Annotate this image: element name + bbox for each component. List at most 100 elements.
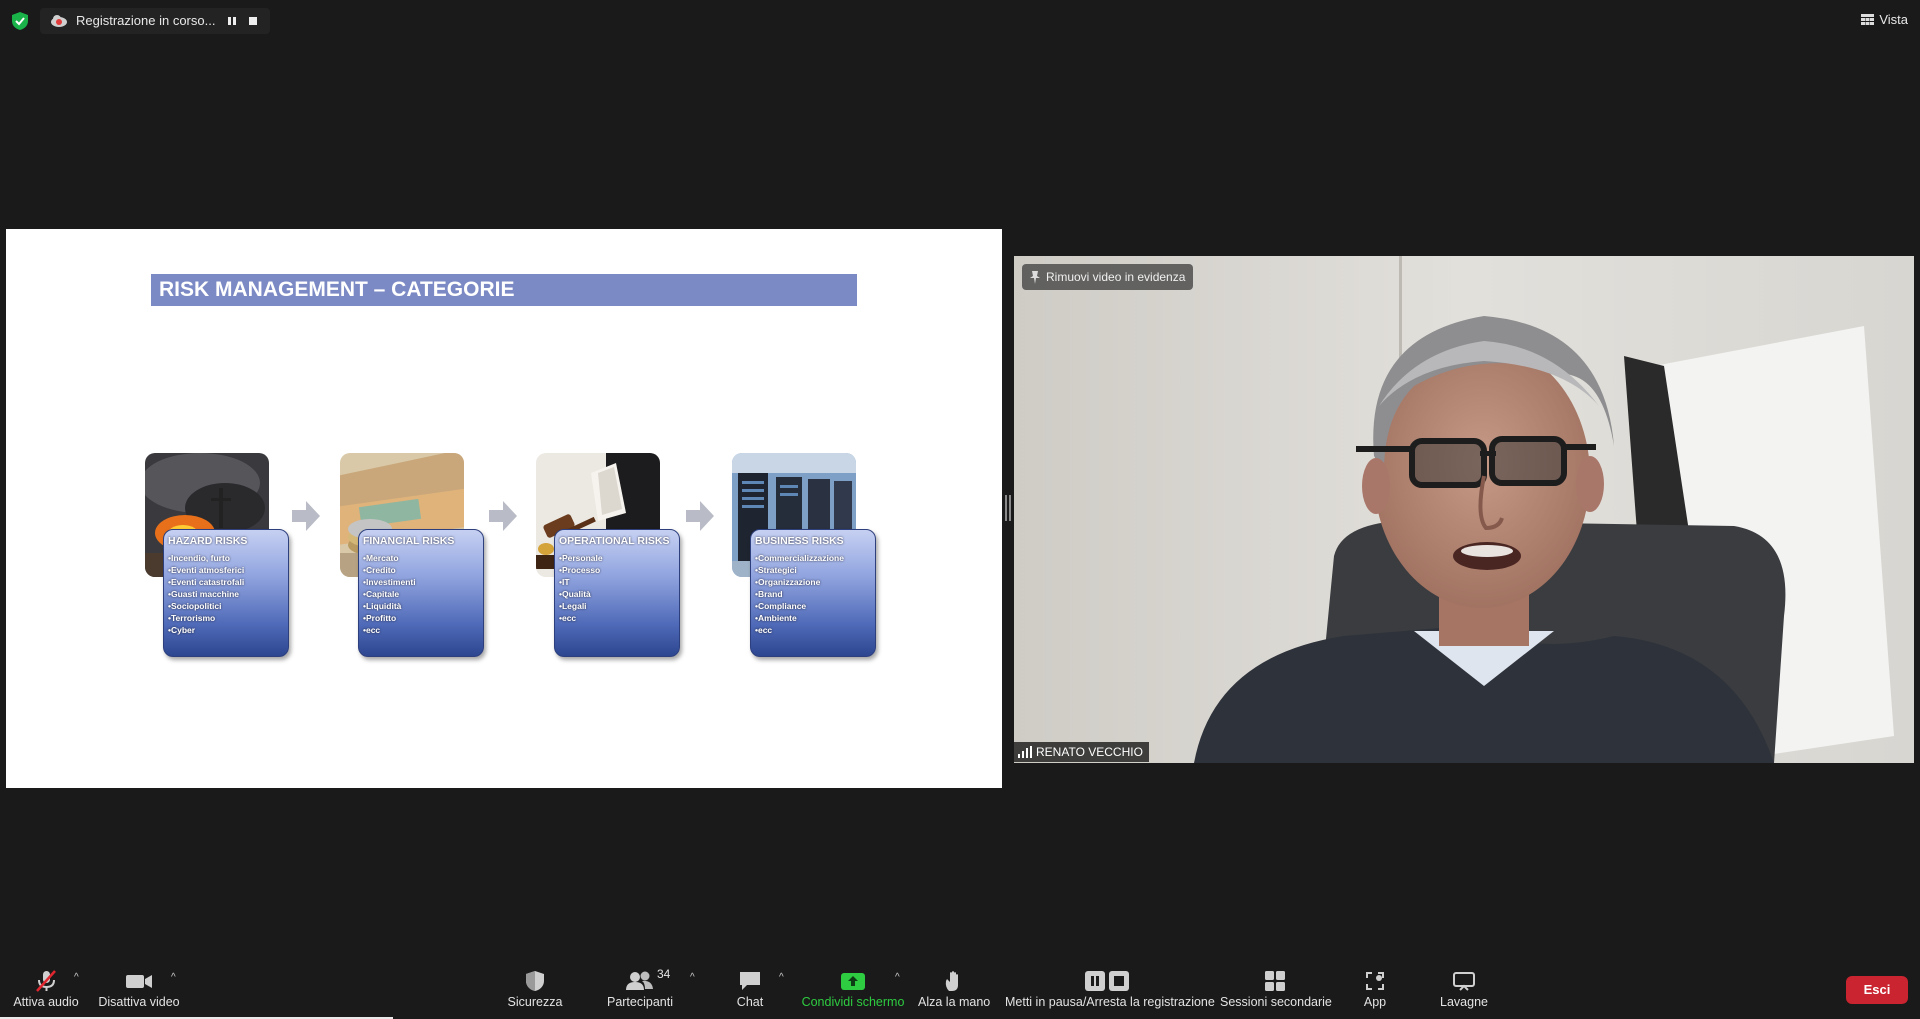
shield-icon[interactable] (12, 12, 28, 30)
category-business: BUSINESS RISKS •Commercializzazione •Str… (732, 453, 882, 663)
share-screen-icon (841, 973, 865, 990)
business-card: BUSINESS RISKS •Commercializzazione •Str… (750, 529, 876, 657)
leave-meeting-button[interactable]: Esci (1846, 976, 1908, 1004)
video-label: Disattiva video (98, 995, 180, 1009)
breakout-rooms-label: Sessioni secondarie (1220, 995, 1332, 1009)
risk-item: •IT (559, 577, 570, 587)
participants-options-caret-icon[interactable]: ^ (690, 972, 695, 983)
raise-hand-label: Alza la mano (918, 995, 991, 1009)
risk-item: •Cyber (168, 625, 196, 635)
whiteboards-label: Lavagne (1440, 995, 1488, 1009)
arrow-right-icon (292, 501, 320, 531)
video-camera-icon (126, 975, 152, 988)
category-title: HAZARD RISKS (168, 535, 248, 547)
apps-icon (1366, 972, 1384, 990)
risk-item: •Qualità (559, 589, 591, 599)
pause-recording-icon[interactable] (225, 14, 239, 28)
grid-view-icon (1861, 14, 1875, 25)
risk-item: •Personale (559, 553, 603, 563)
chat-button[interactable]: Chat (730, 970, 770, 1016)
risk-item: •Brand (755, 589, 783, 599)
meeting-toolbar: Attiva audio ^ Disattiva video ^ Sicurez… (0, 960, 1920, 1019)
microphone-muted-icon (36, 970, 56, 992)
audio-button[interactable]: Attiva audio (10, 970, 82, 1016)
risk-item: •Commercializzazione (755, 553, 844, 563)
risk-item: •Compliance (755, 601, 807, 611)
pause-stop-recording-button[interactable]: Metti in pausa/Arresta la registrazione (1005, 970, 1215, 1016)
risk-item: •Organizzazione (755, 577, 821, 587)
category-hazard: HAZARD RISKS •Incendio, furto •Eventi at… (145, 453, 295, 663)
security-button[interactable]: Sicurezza (505, 970, 565, 1016)
recording-status-text: Registrazione in corso... (76, 13, 216, 28)
participant-video-frame (1014, 256, 1914, 763)
chat-label: Chat (736, 995, 764, 1009)
signal-strength-icon (1018, 746, 1032, 758)
pause-stop-icon (1085, 971, 1129, 991)
security-shield-icon (526, 971, 544, 991)
whiteboard-icon (1453, 972, 1475, 991)
video-button[interactable]: Disattiva video (98, 970, 180, 1016)
participants-count: 34 (657, 967, 671, 981)
recording-indicator: Registrazione in corso... (40, 8, 270, 34)
risk-item: •Processo (559, 565, 601, 575)
chat-bubble-icon (740, 972, 760, 990)
participant-video[interactable] (1014, 256, 1914, 763)
shared-screen: RISK MANAGEMENT – CATEGORIE HAZARD RISKS… (6, 229, 1002, 788)
risk-item: •Investimenti (363, 577, 416, 587)
operational-card: OPERATIONAL RISKS •Personale •Processo •… (554, 529, 680, 657)
risk-item: •Eventi atmosferici (168, 565, 245, 575)
category-operational: OPERATIONAL RISKS •Personale •Processo •… (536, 453, 686, 663)
whiteboards-button[interactable]: Lavagne (1435, 970, 1493, 1016)
risk-item: •Guasti macchine (168, 589, 240, 599)
apps-button[interactable]: App (1355, 970, 1395, 1016)
risk-item: •Liquidità (363, 601, 402, 611)
stop-recording-icon[interactable] (246, 14, 260, 28)
share-options-caret-icon[interactable]: ^ (895, 972, 900, 983)
risk-item: •Capitale (363, 589, 400, 599)
breakout-rooms-button[interactable]: Sessioni secondarie (1220, 970, 1332, 1016)
cloud-recording-icon (51, 15, 67, 27)
view-label: Vista (1879, 12, 1908, 27)
risk-item: •Incendio, furto (168, 553, 230, 563)
share-screen-button[interactable]: Condividi schermo (800, 970, 906, 1016)
apps-label: App (1363, 995, 1387, 1009)
video-options-caret-icon[interactable]: ^ (171, 972, 176, 983)
chat-options-caret-icon[interactable]: ^ (779, 972, 784, 983)
category-title: FINANCIAL RISKS (363, 535, 455, 547)
breakout-rooms-icon (1265, 971, 1285, 991)
risk-item: •Ambiente (755, 613, 797, 623)
participant-name: RENATO VECCHIO (1036, 745, 1143, 759)
category-title: OPERATIONAL RISKS (559, 535, 670, 547)
risk-item: •Legali (559, 601, 587, 611)
split-resize-handle[interactable] (1005, 495, 1011, 521)
hazard-card: HAZARD RISKS •Incendio, furto •Eventi at… (163, 529, 289, 657)
risk-item: •ecc (755, 625, 773, 635)
share-screen-label: Condividi schermo (801, 995, 905, 1009)
pin-icon (1030, 270, 1040, 284)
participants-button[interactable]: 34 Partecipanti (604, 967, 676, 1016)
remove-spotlight-button[interactable]: Rimuovi video in evidenza (1022, 264, 1194, 290)
audio-options-caret-icon[interactable]: ^ (74, 972, 79, 983)
financial-card: FINANCIAL RISKS •Mercato •Credito •Inves… (358, 529, 484, 657)
risk-item: •Strategici (755, 565, 797, 575)
risk-item: •Credito (363, 565, 396, 575)
risk-item: •Eventi catastrofali (168, 577, 245, 587)
risk-item: •Terrorismo (168, 613, 216, 623)
arrow-right-icon (489, 501, 517, 531)
arrow-right-icon (686, 501, 714, 531)
risk-item: •ecc (363, 625, 381, 635)
risk-item: •Profitto (363, 613, 397, 623)
participants-label: Partecipanti (606, 995, 673, 1009)
slide-title: RISK MANAGEMENT – CATEGORIE (151, 274, 857, 306)
pause-stop-label: Metti in pausa/Arresta la registrazione (1005, 995, 1215, 1009)
security-label: Sicurezza (507, 995, 563, 1009)
risk-item: •Sociopolitici (168, 601, 222, 611)
category-title: BUSINESS RISKS (755, 535, 844, 547)
raise-hand-button[interactable]: Alza la mano (918, 970, 990, 1016)
participants-icon (626, 971, 653, 990)
view-button[interactable]: Vista (1861, 12, 1908, 27)
category-financial: FINANCIAL RISKS •Mercato •Credito •Inves… (340, 453, 490, 663)
participant-name-tag: RENATO VECCHIO (1014, 742, 1149, 762)
raise-hand-icon (945, 971, 958, 991)
audio-label: Attiva audio (13, 995, 79, 1009)
